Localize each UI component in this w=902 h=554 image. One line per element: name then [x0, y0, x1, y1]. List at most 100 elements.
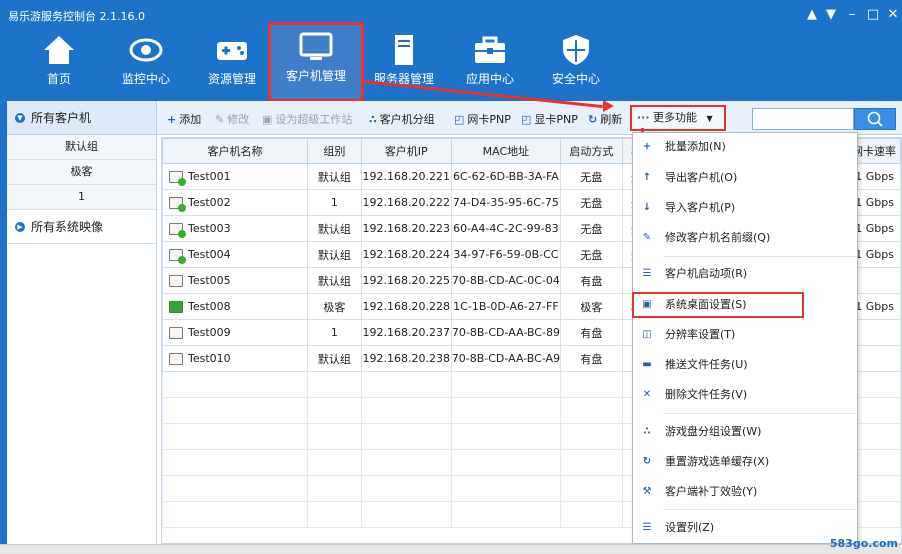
cell-mac: 70-8B-CD-AA-BC-89: [450, 319, 562, 346]
nav-apps[interactable]: 应用中心: [446, 28, 534, 98]
toolbar: + 添加 ✎ 修改 ▣ 设为超级工作站 ∴ 客户机分组 ◰ 网卡PNP ◰ 显卡PNP ↻ 刷…: [157, 101, 902, 135]
cell-boot: 极客: [560, 293, 623, 320]
empty-cell: [560, 397, 623, 424]
client-name: Test002: [188, 196, 231, 209]
menu-item-patch-verify[interactable]: ⚒ 客户端补丁效验(Y): [633, 480, 857, 504]
empty-cell: [360, 475, 452, 502]
menu-item-resolution[interactable]: ◫ 分辨率设置(T): [633, 323, 857, 347]
cell-mac: 6C-62-6D-BB-3A-FA: [450, 163, 562, 190]
column-header-mac[interactable]: MAC地址: [450, 138, 562, 164]
cell-name: Test009: [162, 319, 309, 346]
cell-mac: 1C-1B-0D-A6-27-FF: [450, 293, 562, 320]
empty-cell: [560, 423, 623, 450]
cell-mac: 70-8B-CD-AA-BC-A9: [450, 345, 562, 372]
more-functions-menu: + 批量添加(N) ↑ 导出客户机(O) ↓ 导入客户机(P) ✎ 修改客户机名前缀(Q…: [632, 132, 858, 544]
empty-cell: [450, 449, 562, 476]
column-header-ip[interactable]: 客户机IP: [360, 138, 452, 164]
empty-cell: [162, 397, 309, 424]
export-icon: ↑: [642, 172, 652, 183]
sidebar-item-default[interactable]: 默认组: [7, 135, 156, 160]
cell-ip: 192.168.20.224: [360, 241, 452, 268]
server-icon: [395, 35, 413, 65]
nic-pnp-button[interactable]: ◰ 网卡PNP: [454, 111, 511, 127]
menu-item-boot-options[interactable]: ☰ 客户机启动项(R): [633, 262, 857, 286]
set-super-workstation-button[interactable]: ▣ 设为超级工作站: [262, 111, 352, 127]
status-bar: [0, 544, 902, 554]
empty-cell: [162, 475, 309, 502]
computer-icon: [169, 301, 183, 313]
nav-resources[interactable]: 资源管理: [188, 28, 276, 98]
menu-item-export-clients[interactable]: ↑ 导出客户机(O): [633, 166, 857, 190]
sidebar-item-1[interactable]: 1: [7, 185, 156, 210]
menu-separator: [663, 413, 857, 414]
maximize-icon[interactable]: □: [864, 6, 882, 24]
menu-item-desktop-settings[interactable]: ▣ 系统桌面设置(S): [632, 292, 804, 318]
close-icon[interactable]: ✕: [884, 6, 902, 24]
computer-icon: [169, 171, 186, 186]
cell-mac: 34-97-F6-59-0B-CC: [450, 241, 562, 268]
search-button[interactable]: [854, 108, 896, 130]
empty-cell: [560, 475, 623, 502]
sidebar-group-all-clients[interactable]: ▼ 所有客户机: [7, 101, 156, 135]
nav-monitor[interactable]: 监控中心: [102, 28, 190, 98]
menu-item-delete-file-task[interactable]: ✕ 删除文件任务(V): [633, 383, 857, 407]
minimize-icon[interactable]: –: [843, 6, 861, 24]
cell-name: Test010: [162, 345, 309, 372]
list-icon: ☰: [642, 268, 652, 279]
sidebar: ▼ 所有客户机 默认组 极客 1 ▶ 所有系统映像: [7, 101, 157, 544]
search-input[interactable]: [752, 108, 854, 130]
column-header-group[interactable]: 组别: [307, 138, 362, 164]
empty-cell: [360, 501, 452, 528]
cell-group: 默认组: [307, 345, 362, 372]
add-button[interactable]: + 添加: [167, 111, 201, 127]
sidebar-group-system-images[interactable]: ▶ 所有系统映像: [7, 210, 156, 244]
column-header-boot[interactable]: 启动方式: [560, 138, 623, 164]
gpu-pnp-button[interactable]: ◰ 显卡PNP: [521, 111, 578, 127]
plus-icon: +: [167, 113, 177, 126]
computer-icon: [169, 249, 186, 264]
refresh-icon: ↻: [588, 113, 598, 126]
cell-ip: 192.168.20.222: [360, 189, 452, 216]
reset-icon: ↻: [642, 456, 652, 467]
sidebar-item-geek[interactable]: 极客: [7, 160, 156, 185]
computer-icon: [169, 223, 186, 238]
cell-ip: 192.168.20.237: [360, 319, 452, 346]
nav-label: 资源管理: [207, 72, 256, 86]
empty-cell: [162, 449, 309, 476]
client-group-button[interactable]: ∴ 客户机分组: [369, 111, 435, 127]
menu-item-reset-game-cache[interactable]: ↻ 重置游戏选单缓存(X): [633, 450, 857, 474]
empty-cell: [360, 397, 452, 424]
shirt-icon[interactable]: ▲: [803, 6, 821, 24]
gamepad-icon: [217, 42, 247, 60]
more-functions-button[interactable]: ··· 更多功能 ▼: [630, 105, 726, 131]
top-bar: 易乐游服务控制台 2.1.16.0 ▲ ▼ – □ ✕ 首页 监控中心 资源管理…: [0, 0, 902, 102]
nav-home[interactable]: 首页: [15, 28, 103, 98]
cell-boot: 有盘: [560, 345, 623, 372]
left-edge: [0, 101, 7, 544]
client-name: Test010: [188, 352, 231, 365]
menu-item-push-file-task[interactable]: ▬ 推送文件任务(U): [633, 353, 857, 377]
empty-cell: [450, 423, 562, 450]
client-name: Test009: [188, 326, 231, 339]
ellipsis-icon: ···: [637, 111, 650, 124]
nav-label: 监控中心: [121, 72, 170, 86]
menu-item-import-clients[interactable]: ↓ 导入客户机(P): [633, 196, 857, 220]
menu-item-game-disk-group[interactable]: ∴ 游戏盘分组设置(W): [633, 420, 857, 444]
cell-mac: 74-D4-35-95-6C-75: [450, 189, 562, 216]
menu-item-rename-prefix[interactable]: ✎ 修改客户机名前缀(Q): [633, 226, 857, 250]
refresh-button[interactable]: ↻ 刷新: [588, 111, 622, 127]
column-header-name[interactable]: 客户机名称: [162, 138, 309, 164]
cell-name: Test003: [162, 215, 309, 242]
menu-item-set-columns[interactable]: ☰ 设置列(Z): [633, 516, 857, 540]
nav-security[interactable]: 安全中心: [532, 28, 620, 98]
menu-icon[interactable]: ▼: [822, 6, 840, 24]
cell-name: Test001: [162, 163, 309, 190]
menu-item-batch-add[interactable]: + 批量添加(N): [633, 135, 857, 159]
sidebar-group-label: 所有客户机: [31, 111, 92, 125]
nav-client-management[interactable]: 客户机管理: [268, 22, 364, 102]
edit-button[interactable]: ✎ 修改: [215, 111, 249, 127]
annotation-arrowhead: [603, 100, 614, 112]
cell-boot: 无盘: [560, 241, 623, 268]
client-name: Test001: [188, 170, 231, 183]
cell-group: 默认组: [307, 267, 362, 294]
